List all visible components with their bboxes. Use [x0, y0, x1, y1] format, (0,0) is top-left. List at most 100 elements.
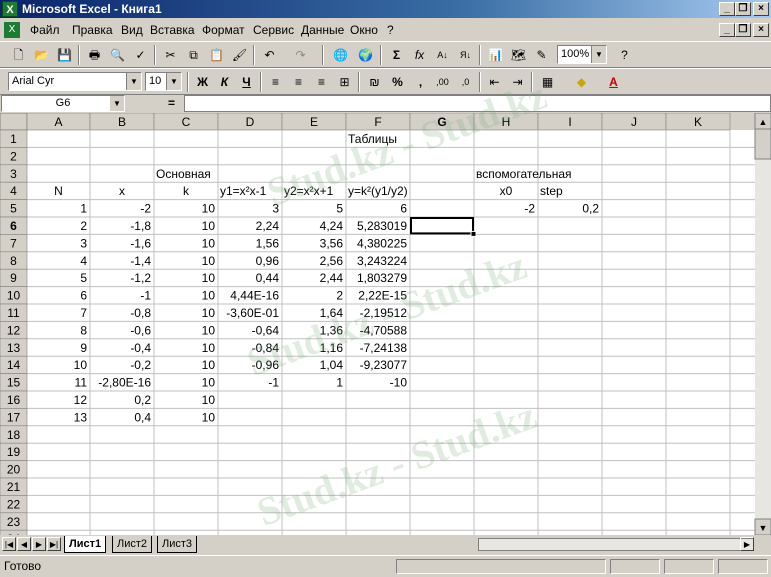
- cell-b15[interactable]: -2,80E-16: [98, 376, 151, 390]
- cell-f10[interactable]: 2,22E-15: [358, 289, 407, 303]
- cell-f1[interactable]: Таблицы: [348, 132, 397, 146]
- chart-wizard-icon[interactable]: 📊: [485, 45, 506, 65]
- cell-d8[interactable]: 0,96: [256, 254, 280, 268]
- cell-c13[interactable]: 10: [202, 341, 216, 355]
- chevron-down-icon[interactable]: ▼: [110, 96, 124, 111]
- zoom-select[interactable]: 100% ▼: [557, 45, 607, 64]
- cell-d9[interactable]: 0,44: [256, 271, 280, 285]
- tab-sheet3[interactable]: Лист3: [157, 536, 198, 553]
- cell-d11[interactable]: -3,60E-01: [226, 306, 279, 320]
- grid-canvas[interactable]: A B C D E F G H I J K12345678910111213141516171819…: [0, 113, 771, 535]
- cell-c16[interactable]: 10: [202, 393, 216, 407]
- cell-f9[interactable]: 1,803279: [357, 271, 407, 285]
- doc-minimize-button[interactable]: _: [719, 23, 735, 37]
- comma-button[interactable]: ,: [410, 72, 431, 92]
- font-size-select[interactable]: 10 ▼: [145, 72, 182, 91]
- align-left-icon[interactable]: ≡: [265, 72, 286, 92]
- cell-a17[interactable]: 13: [74, 410, 88, 424]
- first-sheet-icon[interactable]: |◀: [2, 537, 16, 551]
- next-sheet-icon[interactable]: ▶: [32, 537, 46, 551]
- hyperlink-icon[interactable]: 🌐: [330, 45, 351, 65]
- cell-b16[interactable]: 0,2: [134, 393, 151, 407]
- font-color-icon[interactable]: A: [603, 72, 624, 92]
- menu-data[interactable]: Данные: [301, 23, 344, 37]
- cell-f15[interactable]: -10: [390, 376, 408, 390]
- decrease-decimal-button[interactable]: ,0: [455, 72, 476, 92]
- cell-d4[interactable]: y1=x²x-1: [220, 184, 267, 198]
- tab-sheet2[interactable]: Лист2: [112, 536, 153, 553]
- cell-f4[interactable]: y=k²(y1/y2): [348, 184, 408, 198]
- cut-icon[interactable]: ✂: [160, 45, 181, 65]
- cell-b9[interactable]: -1,2: [130, 271, 151, 285]
- cell-e13[interactable]: 1,16: [320, 341, 344, 355]
- cell-e11[interactable]: 1,64: [320, 306, 344, 320]
- cell-i4[interactable]: step: [540, 184, 563, 198]
- drawing-icon[interactable]: ✎: [531, 45, 552, 65]
- cell-b7[interactable]: -1,6: [130, 236, 151, 250]
- cell-c4[interactable]: k: [183, 184, 190, 198]
- cell-d10[interactable]: 4,44E-16: [230, 289, 279, 303]
- cell-h4[interactable]: x0: [500, 184, 513, 198]
- cell-a4[interactable]: N: [54, 184, 63, 198]
- menu-window[interactable]: Окно: [350, 23, 378, 37]
- align-right-icon[interactable]: ≡: [311, 72, 332, 92]
- formula-input[interactable]: [184, 95, 771, 112]
- italic-button[interactable]: К: [214, 72, 235, 92]
- cell-b6[interactable]: -1,8: [130, 219, 151, 233]
- cell-h3[interactable]: вспомогательная: [476, 167, 572, 181]
- align-center-icon[interactable]: ≡: [288, 72, 309, 92]
- cell-c11[interactable]: 10: [202, 306, 216, 320]
- cell-d5[interactable]: 3: [272, 202, 279, 216]
- cell-i5[interactable]: 0,2: [582, 202, 599, 216]
- name-box[interactable]: G6 ▼: [1, 95, 125, 112]
- cell-f8[interactable]: 3,243224: [357, 254, 407, 268]
- cell-a6[interactable]: 2: [80, 219, 87, 233]
- cell-c6[interactable]: 10: [202, 219, 216, 233]
- cell-c8[interactable]: 10: [202, 254, 216, 268]
- cell-a10[interactable]: 6: [80, 289, 87, 303]
- fill-handle[interactable]: [470, 230, 477, 237]
- new-icon[interactable]: 🗋: [8, 45, 29, 65]
- cell-a7[interactable]: 3: [80, 236, 87, 250]
- menu-format[interactable]: Формат: [202, 23, 245, 37]
- minimize-button[interactable]: _: [719, 2, 735, 16]
- cell-c9[interactable]: 10: [202, 271, 216, 285]
- cell-b11[interactable]: -0,8: [130, 306, 151, 320]
- office-assistant-icon[interactable]: ?: [614, 45, 635, 65]
- borders-icon[interactable]: ▦: [537, 72, 558, 92]
- scroll-thumb[interactable]: [754, 128, 771, 160]
- formula-equals[interactable]: =: [168, 96, 175, 110]
- cell-d13[interactable]: -0,84: [252, 341, 280, 355]
- sort-ascending-icon[interactable]: A↓: [432, 45, 453, 65]
- cell-c15[interactable]: 10: [202, 376, 216, 390]
- cell-e6[interactable]: 4,24: [320, 219, 344, 233]
- chevron-down-icon[interactable]: ▼: [591, 46, 606, 63]
- copy-icon[interactable]: ⧉: [183, 45, 204, 65]
- percent-button[interactable]: %: [387, 72, 408, 92]
- menu-tools[interactable]: Сервис: [253, 23, 294, 37]
- cell-f7[interactable]: 4,380225: [357, 236, 407, 250]
- prev-sheet-icon[interactable]: ◀: [17, 537, 31, 551]
- menu-insert[interactable]: Вставка: [150, 23, 195, 37]
- cell-f12[interactable]: -4,70588: [360, 323, 408, 337]
- cell-c12[interactable]: 10: [202, 323, 216, 337]
- cell-c3[interactable]: Основная: [156, 167, 211, 181]
- undo-icon[interactable]: ↶: [259, 45, 280, 65]
- cell-b4[interactable]: x: [119, 184, 125, 198]
- cell-e15[interactable]: 1: [336, 376, 343, 390]
- cell-c17[interactable]: 10: [202, 410, 216, 424]
- redo-icon[interactable]: ↷: [290, 45, 311, 65]
- cell-c7[interactable]: 10: [202, 236, 216, 250]
- font-name-select[interactable]: Arial Cyr ▼: [8, 72, 142, 91]
- decrease-indent-icon[interactable]: ⇤: [484, 72, 505, 92]
- menu-view[interactable]: Вид: [121, 23, 143, 37]
- cell-e5[interactable]: 5: [336, 202, 343, 216]
- save-icon[interactable]: 💾: [54, 45, 75, 65]
- cell-f5[interactable]: 6: [400, 202, 407, 216]
- cell-e14[interactable]: 1,04: [320, 358, 344, 372]
- cell-d6[interactable]: 2,24: [256, 219, 280, 233]
- cell-a14[interactable]: 10: [74, 358, 88, 372]
- cell-a9[interactable]: 5: [80, 271, 87, 285]
- fill-color-icon[interactable]: ◆: [571, 72, 592, 92]
- chevron-down-icon[interactable]: ▼: [126, 73, 141, 90]
